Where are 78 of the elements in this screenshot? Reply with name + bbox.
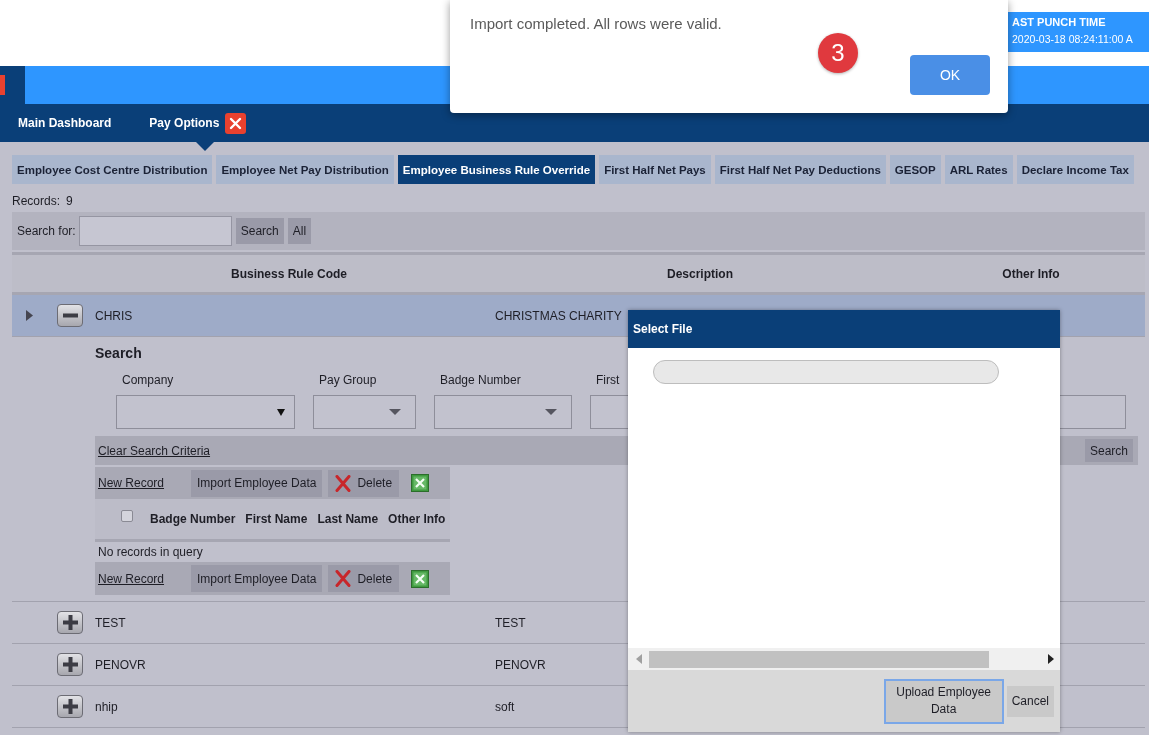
import-button[interactable]: Import Employee Data: [191, 565, 323, 592]
column-header[interactable]: Business Rule Code: [231, 266, 347, 281]
table-cell: TEST: [95, 615, 126, 630]
column-header[interactable]: Other Info: [1002, 266, 1060, 281]
table-cell: TEST: [495, 615, 526, 630]
punch-time-value: 2020-03-18 08:24:11:00 A: [1012, 32, 1133, 47]
delete-button[interactable]: Delete: [328, 469, 400, 497]
upload-button[interactable]: Upload Employee Data: [883, 678, 1004, 724]
expand-button[interactable]: [57, 653, 83, 676]
spreadsheet-icon[interactable]: [411, 569, 430, 588]
column-header[interactable]: Last Name: [317, 512, 379, 526]
tab[interactable]: Employee Business Rule Override: [397, 155, 596, 184]
nav-tab[interactable]: Pay Options: [149, 116, 220, 130]
records-label: Records:: [12, 194, 61, 208]
table-cell: CHRIS: [95, 308, 133, 323]
column-header[interactable]: Other Info: [388, 512, 446, 526]
table-cell: PENOVR: [495, 657, 546, 672]
table-cell: soft: [495, 699, 515, 714]
tab[interactable]: First Half Net Pays: [599, 155, 711, 184]
search-label: Search for:: [17, 224, 76, 238]
dropdown-caret-icon: [389, 409, 401, 415]
dropdown-field[interactable]: [116, 395, 295, 429]
close-icon[interactable]: [225, 112, 247, 134]
horizontal-scrollbar[interactable]: [628, 648, 1060, 670]
table-cell: PENOVR: [95, 657, 146, 672]
file-path-field[interactable]: [653, 360, 999, 384]
step-number-badge: 3: [818, 33, 858, 73]
search-button[interactable]: Search: [235, 218, 284, 244]
row-pointer-icon: [26, 310, 33, 321]
scrollbar-thumb[interactable]: [649, 650, 989, 668]
filter-label: Badge Number: [439, 373, 521, 387]
corner-tile[interactable]: [0, 66, 25, 104]
nav-tab[interactable]: Main Dashboard: [18, 116, 112, 130]
alert-message: Import completed. All rows were valid.: [470, 15, 722, 32]
table-cell: nhip: [95, 699, 118, 714]
delete-button[interactable]: Delete: [328, 565, 400, 592]
tab[interactable]: ARL Rates: [944, 155, 1013, 184]
plus-icon: [62, 657, 78, 672]
tab[interactable]: Declare Income Tax: [1016, 155, 1134, 184]
search-heading: Search: [95, 345, 142, 361]
plus-icon: [62, 699, 78, 714]
search-field[interactable]: [78, 216, 232, 246]
search-button[interactable]: Search: [1085, 439, 1133, 462]
dropdown-field[interactable]: [313, 395, 416, 429]
column-header[interactable]: First Name: [245, 512, 308, 526]
tab[interactable]: Employee Cost Centre Distribution: [12, 155, 213, 184]
dropdown-caret-icon: [277, 408, 285, 416]
import-button[interactable]: Import Employee Data: [191, 469, 323, 497]
clear-search-link[interactable]: Clear Search Criteria: [98, 443, 211, 458]
select-all-checkbox[interactable]: [121, 510, 133, 522]
expand-button[interactable]: [57, 611, 83, 634]
new-record-link[interactable]: New Record: [98, 571, 165, 586]
delete-icon: [335, 474, 352, 492]
dialog-title: Select File: [633, 322, 693, 336]
delete-icon: [335, 570, 352, 587]
records-count: 9: [66, 194, 73, 208]
dropdown-caret-icon: [545, 409, 557, 415]
scroll-right-icon[interactable]: [1048, 654, 1054, 664]
punch-time-label: AST PUNCH TIME: [1012, 15, 1106, 30]
filter-label: First: [595, 373, 620, 387]
column-header[interactable]: Description: [667, 266, 733, 281]
cancel-button[interactable]: Cancel: [1006, 685, 1054, 717]
expand-button[interactable]: [57, 695, 83, 718]
table-cell: CHRISTMAS CHARITY: [495, 308, 622, 323]
plus-icon: [62, 615, 78, 630]
spreadsheet-icon[interactable]: [411, 474, 430, 492]
show-all-button[interactable]: All: [287, 218, 312, 244]
column-header[interactable]: Badge Number: [150, 512, 236, 526]
tab[interactable]: GESOP: [889, 155, 941, 184]
dropdown-field[interactable]: [434, 395, 572, 429]
scroll-left-icon[interactable]: [636, 654, 642, 664]
tab[interactable]: First Half Net Pay Deductions: [714, 155, 886, 184]
collapse-button[interactable]: [57, 304, 83, 327]
empty-message: No records in query: [98, 545, 203, 559]
new-record-link[interactable]: New Record: [98, 476, 165, 490]
filter-label: Company: [121, 373, 174, 387]
tab[interactable]: Employee Net Pay Distribution: [216, 155, 394, 184]
filter-label: Pay Group: [318, 373, 377, 387]
